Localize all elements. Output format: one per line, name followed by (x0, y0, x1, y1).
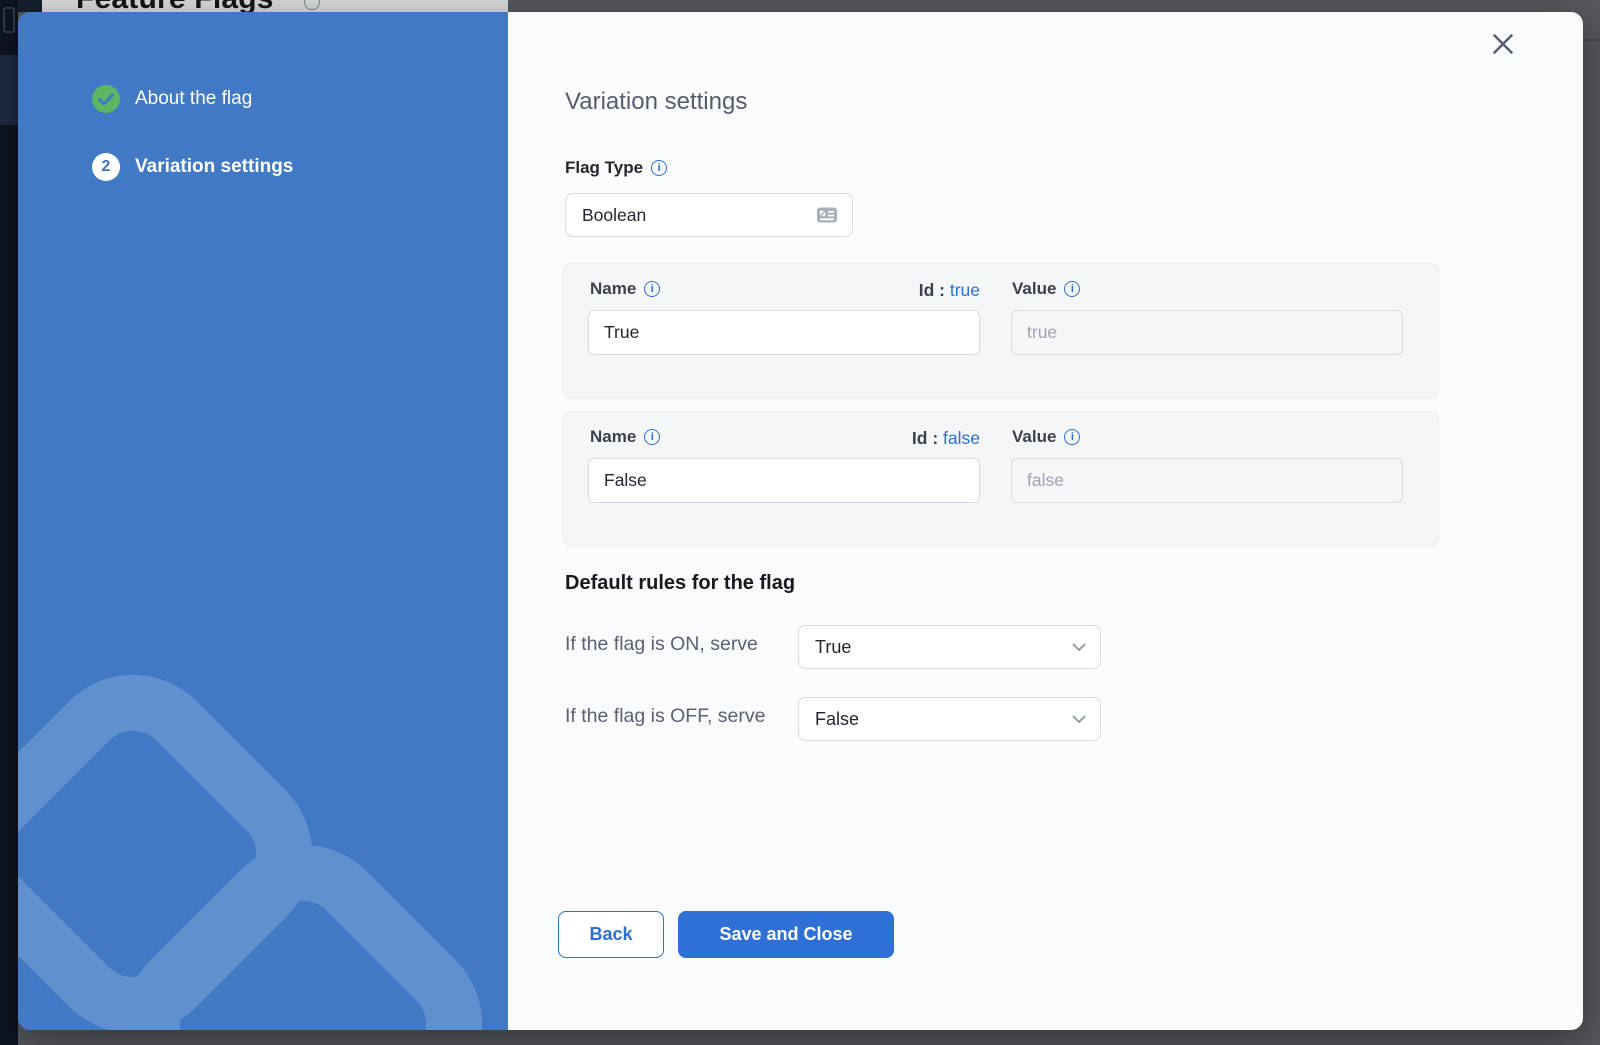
id-prefix: Id : (919, 280, 945, 300)
wizard-step-label: Variation settings (135, 156, 293, 178)
variation-card-false: Name Id : false Value (563, 411, 1439, 546)
variation-name-input[interactable] (588, 458, 980, 503)
flag-type-label-text: Flag Type (565, 158, 643, 178)
wizard-sidebar: About the flag 2 Variation settings (18, 12, 508, 1030)
info-icon[interactable] (651, 160, 667, 176)
variation-id: Id : false (590, 428, 980, 449)
close-icon[interactable] (1491, 32, 1515, 56)
rule-on-label: If the flag is ON, serve (565, 633, 758, 656)
value-label-text: Value (1012, 279, 1056, 299)
page-header-behind: Feature Flags (42, 0, 508, 12)
info-icon (304, 0, 320, 10)
flag-wizard-modal: About the flag 2 Variation settings Vari… (18, 12, 1583, 1030)
id-prefix: Id : (912, 428, 938, 448)
flag-type-select[interactable]: Boolean (565, 193, 853, 237)
chevron-down-icon (1072, 643, 1086, 652)
flag-type-label: Flag Type (565, 158, 667, 178)
back-button[interactable]: Back (558, 911, 664, 958)
default-rules-heading: Default rules for the flag (565, 572, 795, 595)
info-icon[interactable] (1064, 429, 1080, 445)
app-logo (3, 7, 15, 33)
variation-id: Id : true (590, 280, 980, 301)
nav-selected-item[interactable] (0, 55, 18, 125)
rule-off-label: If the flag is OFF, serve (565, 705, 765, 728)
variation-value-input[interactable] (1011, 310, 1403, 355)
wizard-step-label: About the flag (135, 88, 252, 110)
variation-value-label: Value (1012, 279, 1080, 299)
select-type-icon (816, 206, 838, 224)
variation-card-true: Name Id : true Value (563, 263, 1439, 398)
save-and-close-button[interactable]: Save and Close (678, 911, 894, 958)
id-value[interactable]: false (943, 428, 980, 448)
rule-on-select[interactable]: True (798, 625, 1101, 669)
value-label-text: Value (1012, 427, 1056, 447)
page-title: Feature Flags (76, 0, 274, 12)
page-header-divider (1583, 39, 1600, 41)
variation-value-label: Value (1012, 427, 1080, 447)
wizard-step-about-the-flag[interactable]: About the flag (92, 85, 252, 113)
app-nav-rail (0, 0, 18, 1045)
rule-off-select[interactable]: False (798, 697, 1101, 741)
flag-type-value: Boolean (582, 205, 816, 226)
wizard-step-variation-settings[interactable]: 2 Variation settings (92, 153, 293, 181)
page-sidebar-edge (18, 0, 42, 12)
step-number-badge: 2 (92, 153, 120, 181)
variation-value-input[interactable] (1011, 458, 1403, 503)
chevron-down-icon (1072, 715, 1086, 724)
rule-off-value: False (815, 709, 1072, 730)
panel-title: Variation settings (565, 88, 747, 116)
check-icon (92, 85, 120, 113)
id-value[interactable]: true (950, 280, 980, 300)
variation-settings-panel: Variation settings Flag Type Boolean Nam… (508, 12, 1583, 1030)
variation-name-input[interactable] (588, 310, 980, 355)
feature-flags-watermark (18, 664, 508, 1030)
rule-on-value: True (815, 637, 1072, 658)
info-icon[interactable] (1064, 281, 1080, 297)
